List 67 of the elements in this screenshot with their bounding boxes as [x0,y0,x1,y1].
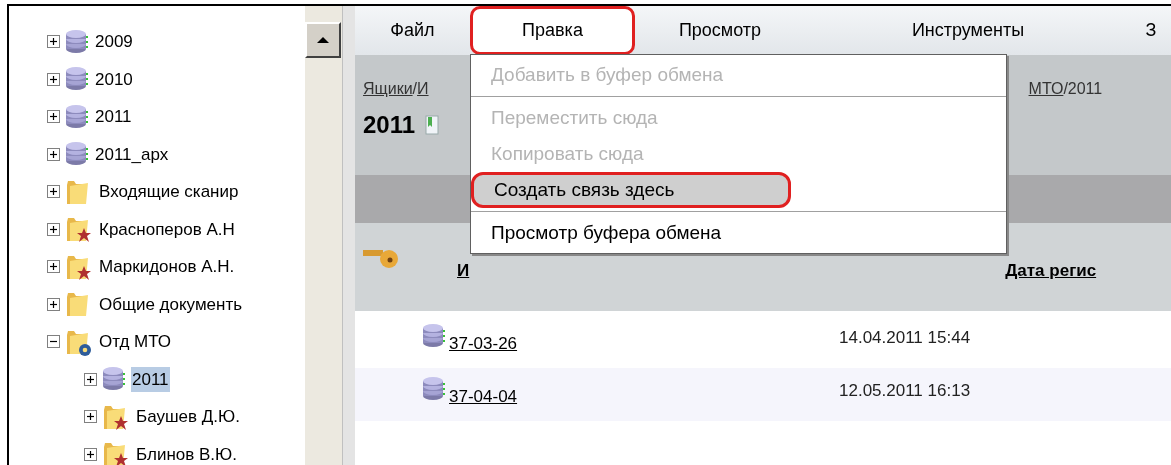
menu-item[interactable]: Просмотр [635,6,805,55]
plus-icon [86,374,95,384]
menu-option[interactable]: Просмотр буфера обмена [471,215,1006,251]
plus-icon [49,112,58,122]
expand-toggle[interactable] [47,72,60,86]
database-icon [64,141,90,168]
expand-toggle[interactable] [47,35,60,49]
database-icon [64,103,90,130]
scroll-up-button[interactable] [304,22,341,58]
plus-icon [49,37,58,47]
breadcrumb-link[interactable]: МТО [1028,77,1064,101]
expand-toggle[interactable] [84,410,97,424]
expand-toggle[interactable] [47,260,60,274]
menu-item[interactable]: Инструменты [805,6,1131,55]
tree-item[interactable]: Красноперов А.Н [98,216,236,242]
tree-item[interactable]: 2011 [94,104,133,130]
menu-option[interactable]: Создать связь здесь [471,172,791,208]
tree-item[interactable]: Баушев Д.Ю. [135,404,241,430]
plus-icon [86,412,95,422]
database-icon [64,66,90,93]
plus-icon [86,449,95,459]
folder-title: 2011 [363,110,416,140]
column-header[interactable]: Дата регис [1005,258,1097,284]
table-row[interactable]: 37-04-04 12.05.2011 16:13 [355,368,1171,421]
plus-icon [49,224,58,234]
breadcrumb-link[interactable]: Ящики [363,77,413,101]
tree-item[interactable]: Маркидонов А.Н. [98,254,236,280]
up-arrow-icon [315,36,330,44]
column-header[interactable]: И [457,258,470,284]
tree-item[interactable]: Общие документь [98,291,244,317]
scrollbar[interactable] [304,6,342,465]
breadcrumb-current: /2011 [1063,79,1103,99]
plus-icon [49,149,58,159]
menu-item[interactable]: З [1131,6,1171,55]
tree-item[interactable]: 2011 [131,366,170,392]
expand-toggle[interactable] [47,147,60,161]
bookmark-icon [425,115,440,135]
table-cell-text: 12.05.2011 16:13 [839,380,971,402]
table-cell-text: 14.04.2011 15:44 [839,327,971,349]
plus-icon [49,299,58,309]
database-icon [421,323,447,349]
expand-toggle[interactable] [47,222,60,236]
tree-item[interactable]: 2009 [94,29,134,55]
expand-toggle[interactable] [47,297,60,311]
expand-toggle[interactable] [84,372,97,386]
breadcrumb-link[interactable]: И [417,77,429,101]
collapse-toggle[interactable] [47,335,60,349]
tree-item[interactable]: Блинов В.Ю. [135,441,238,465]
tree-item[interactable]: 2011_арх [94,141,170,167]
breadcrumb-separator: / [412,79,418,99]
database-icon [101,366,127,393]
tree-item[interactable]: 2010 [94,66,134,92]
document-link[interactable]: 37-04-04 [449,384,799,410]
expand-toggle[interactable] [47,110,60,124]
tree-item[interactable]: Отд МТО [98,329,173,355]
plus-icon [49,187,58,197]
key-icon [363,247,399,269]
plus-icon [49,74,58,84]
menu-item[interactable]: Правка [470,6,635,55]
database-icon [64,28,90,55]
tree-item[interactable]: Входящие сканир [98,179,240,205]
expand-toggle[interactable] [47,185,60,199]
database-icon [421,376,447,402]
menu-item[interactable]: Файл [355,6,470,55]
document-link[interactable]: 37-03-26 [449,331,799,357]
plus-icon [49,262,58,272]
expand-toggle[interactable] [84,447,97,461]
